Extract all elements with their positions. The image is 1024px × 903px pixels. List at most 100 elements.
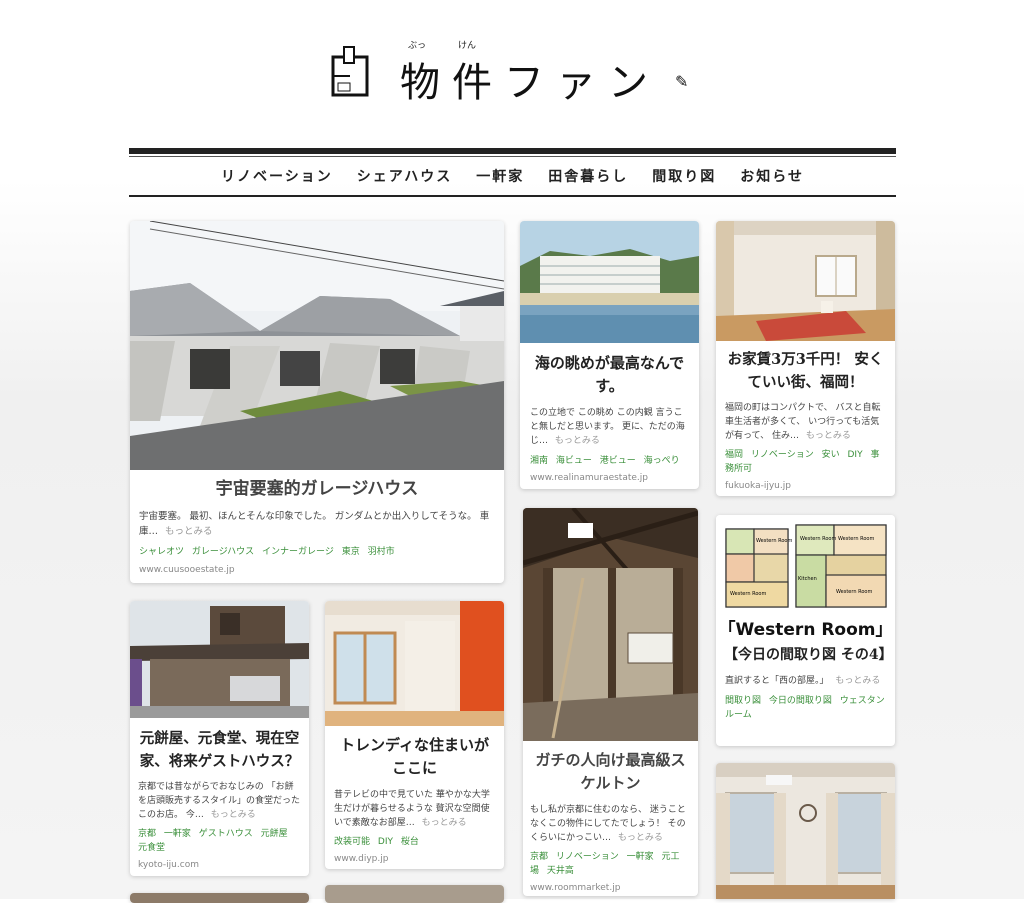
article-description: 京都では昔ながらでおなじみの 「お餅を店頭販売するスタイル」の食堂だったこのお店… <box>130 780 309 822</box>
house-logo-icon <box>331 46 369 97</box>
logo-text: 物件ファン <box>400 60 660 106</box>
article-description: 福岡の町はコンパクトで、 バスと自転車生活者が多くて、 いつ行っても活気が有って… <box>716 401 895 443</box>
tag[interactable]: 安い <box>822 450 840 460</box>
tag-list: シャレオツ ガレージハウス インナーガレージ 東京 羽村市 <box>130 545 504 559</box>
floorplan-image: Western Room Western Room Western Room W… <box>716 515 895 613</box>
article-title[interactable]: ガチの人向け最高級スケルトン <box>523 749 698 795</box>
article-title[interactable]: 宇宙要塞的ガレージハウス <box>130 478 504 501</box>
more-link[interactable]: もっとみる <box>835 676 880 686</box>
main-nav: リノベーション シェアハウス 一軒家 田舎暮らし 間取り図 お知らせ <box>129 157 896 195</box>
floorplan-label: Western Room <box>756 538 792 544</box>
tag[interactable]: 一軒家 <box>164 829 191 839</box>
more-link[interactable]: もっとみる <box>422 818 467 828</box>
tag[interactable]: 元食堂 <box>138 843 165 853</box>
nav-item-floorplan[interactable]: 間取り図 <box>652 166 716 186</box>
article-image <box>523 508 698 741</box>
article-description: 宇宙要塞。 最初、ほんとそんな印象でした。 ガンダムとか出入りしてそうな。 車庫… <box>130 509 504 539</box>
tag[interactable]: 元餅屋 <box>261 829 288 839</box>
tag-list: 福岡 リノベーション 安い DIY 事務所可 <box>716 448 895 476</box>
nav-item-renovation[interactable]: リノベーション <box>221 166 333 186</box>
tag-list: 間取り図 今日の間取り図 ウェスタンルーム <box>716 694 895 722</box>
more-link[interactable]: もっとみる <box>555 436 600 446</box>
tag[interactable]: ゲストハウス <box>199 829 253 839</box>
article-description: 昔テレビの中で見ていた 華やかな大学生だけが暮らせるような 贅沢な空間使いで素敵… <box>325 788 504 830</box>
more-link[interactable]: もっとみる <box>618 833 663 843</box>
nav-item-news[interactable]: お知らせ <box>740 166 804 186</box>
tag-list: 湘南 海ビュー 港ビュー 海っぺり <box>520 454 699 468</box>
tag[interactable]: 今日の間取り図 <box>769 696 832 706</box>
article-title[interactable]: 元餅屋、元食堂、現在空家、将来ゲストハウス？ <box>130 727 309 773</box>
article-image <box>325 601 504 726</box>
tag[interactable]: 京都 <box>530 852 548 862</box>
tag[interactable]: DIY <box>847 450 862 460</box>
article-image <box>716 221 895 341</box>
more-link[interactable]: もっとみる <box>165 526 213 537</box>
article-excerpt: 直訳すると「西の部屋。」 <box>725 676 829 686</box>
article-title[interactable]: お家賃3万3千円！ 安くていい街、福岡！ <box>716 348 895 394</box>
article-card[interactable]: 海の眺めが最高なんです。 この立地で この眺め この内観 言うこと無しだと思いま… <box>520 221 699 489</box>
floorplan-label: Western Room <box>836 589 872 595</box>
article-image <box>130 893 309 903</box>
tag[interactable]: 海っぺり <box>644 456 680 466</box>
article-card[interactable] <box>716 763 895 899</box>
tag[interactable]: ガレージハウス <box>192 547 254 557</box>
floorplan-label: Western Room <box>838 536 874 542</box>
tag[interactable]: 京都 <box>138 829 156 839</box>
nav-item-house[interactable]: 一軒家 <box>476 166 524 186</box>
tag-list: 京都 一軒家 ゲストハウス 元餅屋 元食堂 <box>130 827 309 855</box>
tag[interactable]: リノベーション <box>751 450 814 460</box>
article-card[interactable]: 元餅屋、元食堂、現在空家、将来ゲストハウス？ 京都では昔ながらでおなじみの 「お… <box>130 601 309 876</box>
tag[interactable]: 海ビュー <box>556 456 592 466</box>
tag[interactable]: シャレオツ <box>139 547 184 557</box>
more-link[interactable]: もっとみる <box>211 810 256 820</box>
article-image <box>130 601 309 718</box>
nav-item-sharehouse[interactable]: シェアハウス <box>357 166 452 186</box>
article-card[interactable]: トレンディな住まいがここに 昔テレビの中で見ていた 華やかな大学生だけが暮らせる… <box>325 601 504 869</box>
article-image <box>520 221 699 343</box>
nav-item-countryside[interactable]: 田舎暮らし <box>548 166 628 186</box>
tag[interactable]: 間取り図 <box>725 696 761 706</box>
tag-list: 改装可能 DIY 桜台 <box>325 835 504 849</box>
article-source[interactable]: kyoto-iju.com <box>130 860 309 870</box>
article-card[interactable] <box>130 893 309 903</box>
article-card[interactable]: Western Room Western Room Western Room W… <box>716 515 895 746</box>
more-link[interactable]: もっとみる <box>806 431 851 441</box>
tag[interactable]: 羽村市 <box>368 547 395 557</box>
tag[interactable]: 東京 <box>342 547 360 557</box>
article-card[interactable]: 宇宙要塞的ガレージハウス 宇宙要塞。 最初、ほんとそんな印象でした。 ガンダムと… <box>130 221 504 583</box>
article-source[interactable]: www.cuusooestate.jp <box>130 565 504 575</box>
tag[interactable]: 桜台 <box>401 837 419 847</box>
tag[interactable]: 港ビュー <box>600 456 636 466</box>
tag-list: 京都 リノベーション 一軒家 元工場 天井高 <box>523 850 698 878</box>
nav-border-top <box>129 148 896 154</box>
pen-icon: ✎ <box>675 72 689 91</box>
article-source[interactable]: www.realinamuraestate.jp <box>520 473 699 483</box>
floorplan-label: Western Room <box>800 536 836 542</box>
article-card[interactable]: お家賃3万3千円！ 安くていい街、福岡！ 福岡の町はコンパクトで、 バスと自転車… <box>716 221 895 496</box>
tag[interactable]: 福岡 <box>725 450 743 460</box>
tag[interactable]: DIY <box>378 837 393 847</box>
site-logo[interactable]: ぶっ けん 物件ファン ✎ <box>330 38 700 108</box>
article-title[interactable]: 【今日の間取り図 その4】 <box>716 645 895 666</box>
article-card[interactable]: ガチの人向け最高級スケルトン もし私が京都に住むのなら、 迷うことなくこの物件に… <box>523 508 698 896</box>
article-image <box>325 885 504 903</box>
article-source[interactable]: www.roommarket.jp <box>523 883 698 893</box>
tag[interactable]: 天井高 <box>547 866 574 876</box>
tag[interactable]: 一軒家 <box>627 852 654 862</box>
article-source[interactable]: www.diyp.jp <box>325 854 504 864</box>
article-excerpt: 福岡の町はコンパクトで、 バスと自転車生活者が多くて、 いつ行っても活気が有って… <box>725 403 881 441</box>
article-image <box>130 221 504 470</box>
article-title[interactable]: 海の眺めが最高なんです。 <box>520 352 699 398</box>
tag[interactable]: 湘南 <box>530 456 548 466</box>
article-image <box>716 763 895 899</box>
tag[interactable]: 改装可能 <box>334 837 370 847</box>
tag[interactable]: インナーガレージ <box>262 547 334 557</box>
nav-border-bottom <box>129 195 896 197</box>
article-excerpt: この立地で この眺め この内観 言うこと無しだと思います。 更に、ただの海じ… <box>530 408 685 446</box>
article-description: もし私が京都に住むのなら、 迷うことなくこの物件にしてたでしょう！ そのくらいに… <box>523 803 698 845</box>
article-description: 直訳すると「西の部屋。」 もっとみる <box>716 674 895 689</box>
article-source[interactable]: fukuoka-ijyu.jp <box>716 481 895 491</box>
tag[interactable]: リノベーション <box>556 852 619 862</box>
article-card[interactable] <box>325 885 504 903</box>
article-title[interactable]: トレンディな住まいがここに <box>325 734 504 780</box>
